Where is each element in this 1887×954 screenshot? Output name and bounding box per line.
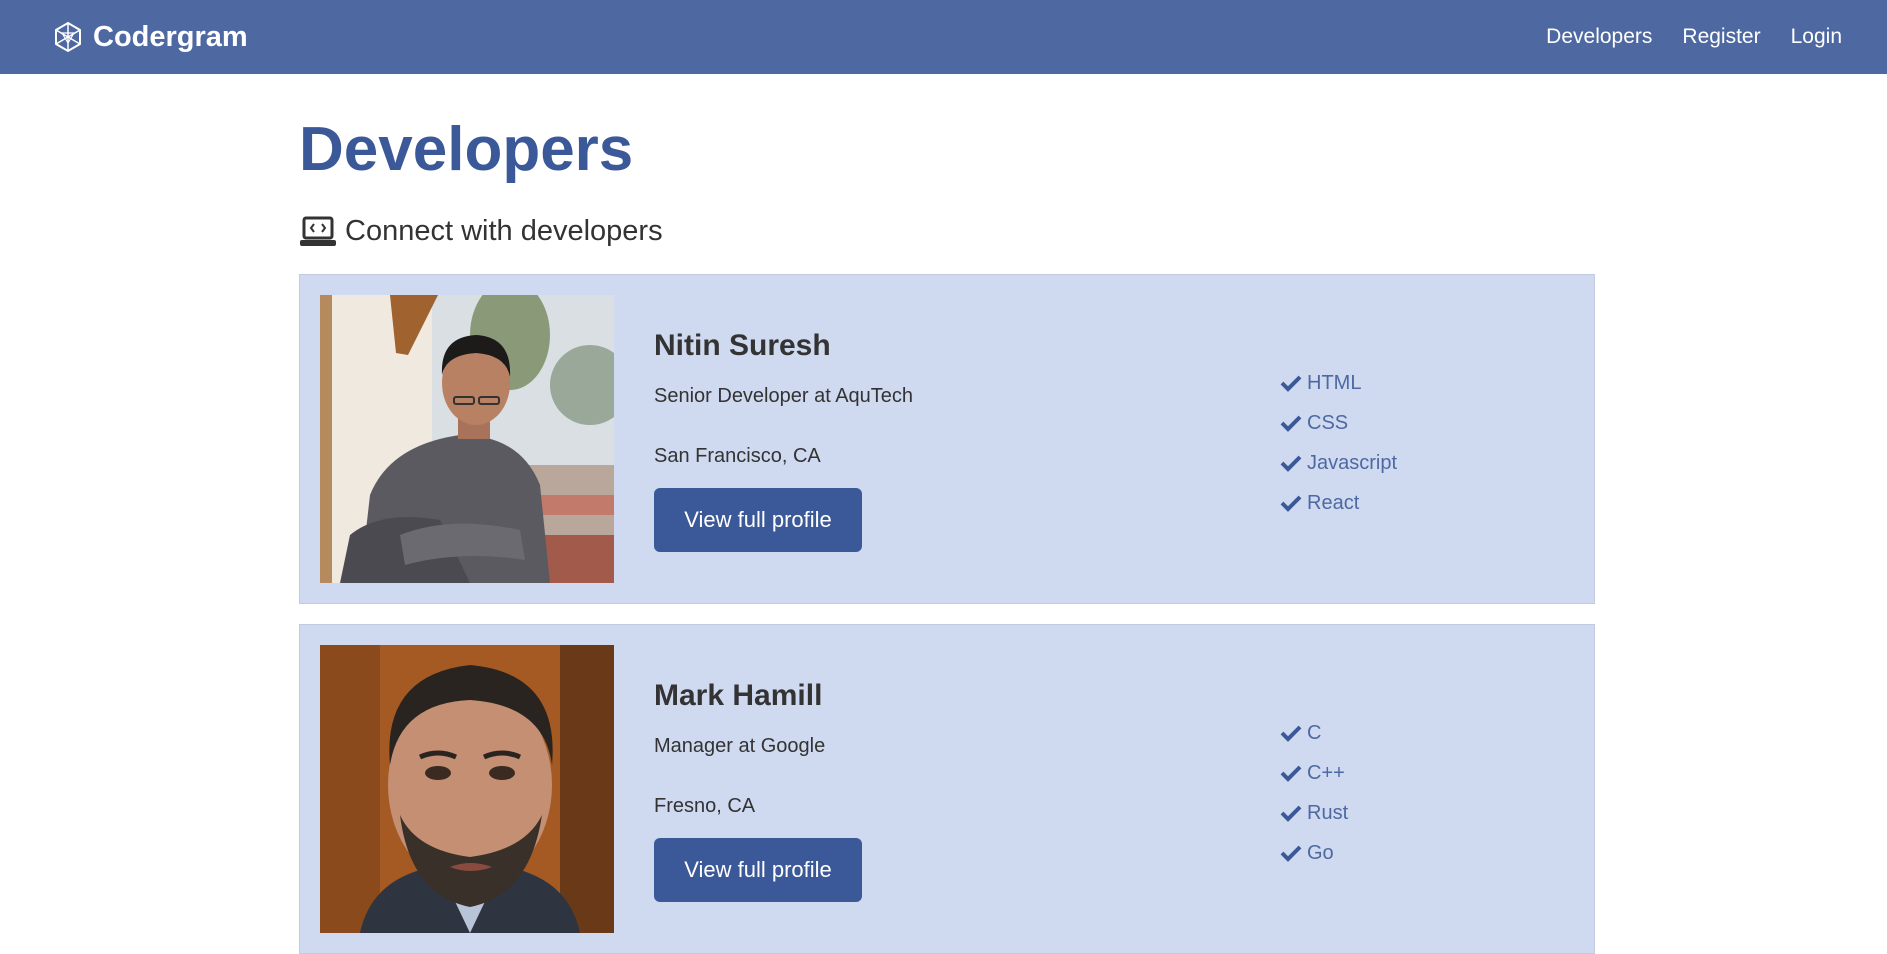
skills-list: C C++ Rust Go: [1280, 713, 1348, 873]
profile-info: Mark Hamill Manager at Google Fresno, CA…: [654, 679, 862, 902]
logo-icon: [55, 21, 81, 53]
profile-status: Manager at Google: [654, 735, 826, 757]
profile-info: Nitin Suresh Senior Developer at AquTech…: [654, 329, 913, 552]
check-icon: [1280, 375, 1302, 392]
navbar: Codergram Developers Register Login: [0, 0, 1887, 74]
profile-location: Fresno, CA: [654, 795, 756, 817]
skill-label: React: [1307, 491, 1360, 514]
avatar: [320, 295, 614, 583]
profile-status: Senior Developer at AquTech: [654, 385, 914, 407]
avatar-photo-2: [320, 645, 614, 933]
avatar: [320, 645, 614, 933]
check-icon: [1280, 455, 1302, 472]
profile-name: Nitin Suresh: [654, 329, 831, 362]
skill-label: Rust: [1307, 801, 1349, 824]
avatar-photo-1: [320, 295, 614, 583]
nav-register-link[interactable]: Register: [1682, 25, 1760, 49]
brand-link[interactable]: Codergram: [52, 21, 248, 54]
check-icon: [1280, 845, 1302, 862]
skill-item: C: [1280, 713, 1348, 753]
check-icon: [1280, 805, 1302, 822]
main-container: Developers Connect with developers Nitin…: [299, 74, 1595, 954]
skill-label: CSS: [1307, 411, 1349, 434]
skill-item: CSS: [1280, 403, 1397, 443]
skill-item: Go: [1280, 833, 1348, 873]
check-icon: [1280, 725, 1302, 742]
skill-item: React: [1280, 483, 1397, 523]
nav-login-link[interactable]: Login: [1791, 25, 1842, 49]
skill-item: HTML: [1280, 363, 1397, 403]
page-lead: Connect with developers: [299, 215, 1595, 248]
profile-card: Mark Hamill Manager at Google Fresno, CA…: [299, 624, 1595, 954]
skill-label: C++: [1307, 761, 1345, 784]
laptop-code-icon: [300, 216, 336, 246]
skill-item: C++: [1280, 753, 1348, 793]
page-title: Developers: [299, 115, 634, 184]
skill-item: Javascript: [1280, 443, 1397, 483]
profile-name: Mark Hamill: [654, 679, 823, 712]
view-profile-button[interactable]: View full profile: [654, 488, 862, 552]
page-lead-text: Connect with developers: [345, 215, 663, 247]
nav-links: Developers Register Login: [1516, 25, 1842, 49]
skill-label: Javascript: [1307, 451, 1398, 474]
skill-label: HTML: [1307, 371, 1362, 394]
check-icon: [1280, 415, 1302, 432]
check-icon: [1280, 765, 1302, 782]
skill-label: Go: [1307, 841, 1334, 864]
view-profile-button[interactable]: View full profile: [654, 838, 862, 902]
profile-location: San Francisco, CA: [654, 445, 821, 467]
skill-label: C: [1307, 721, 1322, 744]
nav-developers-link[interactable]: Developers: [1546, 25, 1652, 49]
check-icon: [1280, 495, 1302, 512]
skills-list: HTML CSS Javascript React: [1280, 363, 1397, 523]
profile-card: Nitin Suresh Senior Developer at AquTech…: [299, 274, 1595, 604]
brand-name: Codergram: [93, 20, 248, 53]
skill-item: Rust: [1280, 793, 1348, 833]
